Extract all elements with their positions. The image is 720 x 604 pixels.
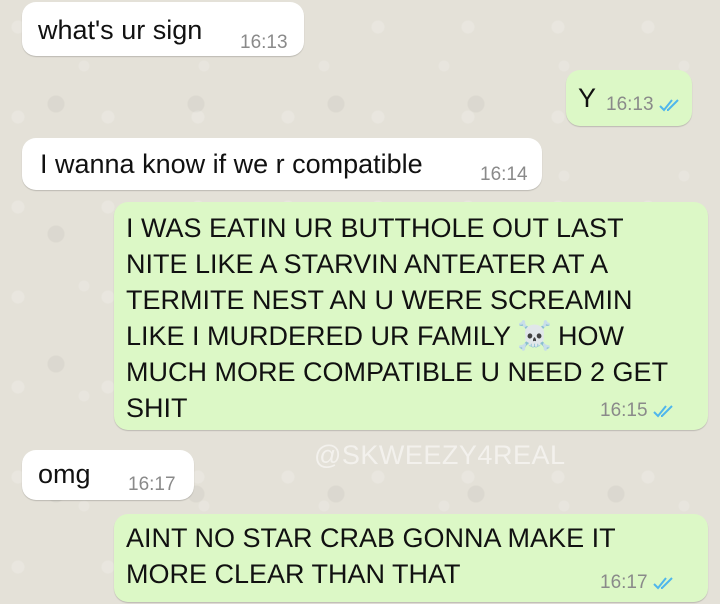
message-time: 16:14 — [480, 164, 528, 185]
message-line: MORE CLEAR THAN THAT — [126, 559, 461, 589]
message-bubble-outgoing[interactable]: Y 16:13 — [566, 70, 692, 126]
message-time: 16:15 — [600, 400, 677, 422]
message-text: Y — [578, 83, 597, 113]
message-line-part: LIKE I MURDERED UR FAMILY — [126, 321, 512, 351]
message-bubble-incoming[interactable]: what's ur sign 16:13 — [22, 2, 304, 56]
message-line: SHIT — [126, 393, 188, 423]
double-check-icon — [652, 577, 673, 590]
message-bubble-incoming[interactable]: I wanna know if we r compatible 16:14 — [22, 138, 542, 190]
message-line: TERMITE NEST AN U WERE SCREAMIN — [126, 285, 633, 315]
message-line: NITE LIKE A STARVIN ANTEATER AT A — [126, 249, 609, 279]
message-bubble-outgoing[interactable]: I WAS EATIN UR BUTTHOLE OUT LAST NITE LI… — [114, 202, 708, 430]
message-text: I wanna know if we r compatible — [40, 149, 423, 179]
message-line: LIKE I MURDERED UR FAMILY ☠️ HOW — [126, 318, 668, 354]
watermark: @SKWEEZY4REAL — [314, 440, 566, 470]
message-time: 16:13 — [606, 94, 683, 116]
message-line: MUCH MORE COMPATIBLE U NEED 2 GET — [126, 357, 669, 387]
message-bubble-incoming[interactable]: omg 16:17 — [22, 450, 194, 500]
message-line-part: HOW — [557, 321, 624, 351]
message-bubble-outgoing[interactable]: AINT NO STAR CRAB GONNA MAKE IT MORE CLE… — [114, 514, 708, 602]
message-line: I WAS EATIN UR BUTTHOLE OUT LAST — [126, 213, 624, 243]
double-check-icon — [652, 405, 673, 418]
double-check-icon — [658, 99, 679, 112]
message-text: what's ur sign — [38, 15, 203, 45]
skull-emoji-icon: ☠️ — [517, 320, 552, 351]
message-time: 16:17 — [128, 474, 176, 495]
message-time: 16:17 — [600, 572, 677, 594]
message-line: AINT NO STAR CRAB GONNA MAKE IT — [126, 523, 616, 553]
message-text: omg — [38, 459, 91, 489]
message-time: 16:13 — [240, 32, 288, 53]
